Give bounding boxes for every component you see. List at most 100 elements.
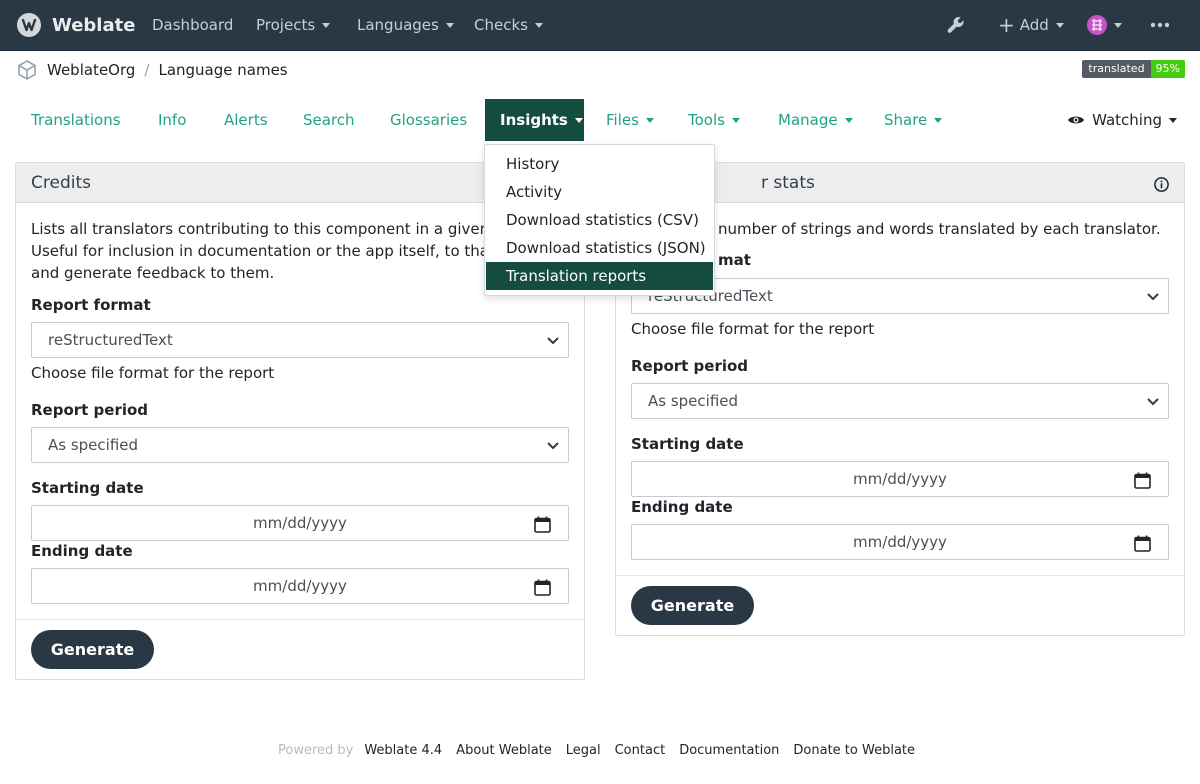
tab-info[interactable]: Info [158, 99, 186, 141]
nav-projects[interactable]: Projects [256, 14, 331, 36]
tab-search-label: Search [303, 111, 355, 129]
top-navbar: Weblate Dashboard Projects Languages Che… [0, 0, 1200, 51]
credits-ending-date-label: Ending date [31, 542, 133, 560]
breadcrumb: WeblateOrg / Language names [16, 58, 288, 82]
badge-key: translated [1082, 60, 1151, 78]
stats-starting-date-label: Starting date [631, 435, 744, 453]
nav-dashboard[interactable]: Dashboard [152, 14, 233, 36]
footer-link-documentation[interactable]: Documentation [679, 743, 779, 758]
nav-projects-label: Projects [256, 16, 316, 34]
stats-description: number of strings and words translated b… [718, 220, 1161, 238]
footer-link-donate[interactable]: Donate to Weblate [793, 743, 915, 758]
component-cube-icon [18, 60, 36, 80]
chevron-down-icon [574, 117, 583, 123]
calendar-icon[interactable] [534, 516, 551, 533]
credits-report-period-select[interactable]: As specified [31, 427, 569, 463]
stats-report-format-hint: Choose file format for the report [631, 320, 875, 338]
user-menu[interactable] [1087, 14, 1122, 36]
brand-name: Weblate [52, 14, 136, 36]
date-placeholder: mm/dd/yyyy [253, 514, 347, 532]
chevron-down-icon [1147, 293, 1159, 301]
divider [616, 575, 1184, 576]
plus-icon: + [998, 13, 1015, 37]
breadcrumb-component[interactable]: Language names [158, 61, 287, 79]
menu-item-translation-reports[interactable]: Translation reports [486, 262, 713, 290]
chevron-down-icon [731, 117, 740, 123]
credits-ending-date-input[interactable]: mm/dd/yyyy [31, 568, 569, 604]
chevron-down-icon [1169, 117, 1177, 123]
calendar-icon[interactable] [534, 579, 551, 596]
tab-translations-label: Translations [31, 111, 121, 129]
chevron-down-icon [547, 442, 559, 450]
chevron-down-icon [645, 117, 654, 123]
chevron-down-icon [934, 117, 943, 123]
footer-link-contact[interactable]: Contact [615, 743, 666, 758]
more-options-icon[interactable] [1149, 14, 1171, 36]
insights-dropdown-menu: History Activity Download statistics (CS… [484, 144, 715, 296]
footer-link-legal[interactable]: Legal [566, 743, 601, 758]
tab-glossaries-label: Glossaries [390, 111, 468, 129]
tab-files-label: Files [606, 111, 639, 129]
badge-value: 95% [1150, 60, 1185, 78]
credits-starting-date-input[interactable]: mm/dd/yyyy [31, 505, 569, 541]
tab-alerts-label: Alerts [224, 111, 268, 129]
menu-item-download-json[interactable]: Download statistics (JSON) [486, 234, 713, 262]
watching-toggle[interactable]: Watching [1067, 99, 1177, 141]
stats-generate-button[interactable]: Generate [631, 586, 754, 625]
credits-report-format-value: reStructuredText [48, 331, 173, 349]
translated-status-badge[interactable]: translated 95% [1082, 60, 1185, 78]
menu-item-history[interactable]: History [486, 150, 713, 178]
tab-manage[interactable]: Manage [778, 99, 853, 141]
tab-insights-label: Insights [500, 111, 568, 129]
stats-report-period-label: Report period [631, 357, 749, 375]
tab-share[interactable]: Share [884, 99, 943, 141]
stats-report-period-select[interactable]: As specified [631, 383, 1169, 419]
calendar-icon[interactable] [1134, 472, 1151, 489]
credits-generate-button[interactable]: Generate [31, 630, 154, 669]
add-label: Add [1019, 16, 1049, 34]
divider [16, 619, 584, 620]
footer-link-about[interactable]: About Weblate [456, 743, 552, 758]
stats-title: r stats [761, 172, 815, 193]
credits-report-period-label: Report period [31, 401, 149, 419]
credits-starting-date-label: Starting date [31, 479, 144, 497]
footer-link-version[interactable]: Weblate 4.4 [364, 743, 442, 758]
date-placeholder: mm/dd/yyyy [853, 533, 947, 551]
credits-generate-label: Generate [50, 640, 135, 659]
nav-checks-label: Checks [474, 16, 528, 34]
tab-glossaries[interactable]: Glossaries [390, 99, 467, 141]
credits-report-format-select[interactable]: reStructuredText [31, 322, 569, 358]
info-icon[interactable] [1154, 177, 1169, 192]
breadcrumb-separator: / [144, 61, 150, 79]
tab-tools-label: Tools [688, 111, 725, 129]
nav-checks[interactable]: Checks [474, 14, 543, 36]
add-menu[interactable]: + Add [998, 14, 1064, 36]
nav-dashboard-label: Dashboard [152, 16, 234, 34]
credits-report-period-value: As specified [48, 436, 139, 454]
tab-insights[interactable]: Insights [485, 99, 584, 141]
page-footer: Powered by Weblate 4.4 About Weblate Leg… [0, 741, 1200, 759]
brand-link[interactable]: Weblate [16, 12, 135, 38]
menu-item-label: History [506, 155, 560, 173]
stats-starting-date-input[interactable]: mm/dd/yyyy [631, 461, 1169, 497]
menu-item-label: Download statistics (JSON) [506, 239, 706, 257]
calendar-icon[interactable] [1134, 535, 1151, 552]
chevron-down-icon [547, 337, 559, 345]
tab-tools[interactable]: Tools [688, 99, 740, 141]
stats-ending-date-label: Ending date [631, 498, 733, 516]
tab-translations[interactable]: Translations [31, 99, 121, 141]
stats-ending-date-input[interactable]: mm/dd/yyyy [631, 524, 1169, 560]
watching-label: Watching [1092, 111, 1162, 129]
eye-icon [1068, 116, 1085, 124]
tab-files[interactable]: Files [606, 99, 654, 141]
tab-search[interactable]: Search [303, 99, 355, 141]
chevron-down-icon [1147, 398, 1159, 406]
tab-alerts[interactable]: Alerts [224, 99, 268, 141]
menu-item-download-csv[interactable]: Download statistics (CSV) [486, 206, 713, 234]
chevron-down-icon [534, 22, 543, 28]
breadcrumb-project[interactable]: WeblateOrg [47, 61, 135, 79]
nav-languages[interactable]: Languages [357, 14, 454, 36]
chevron-down-icon [844, 117, 853, 123]
menu-item-activity[interactable]: Activity [486, 178, 713, 206]
wrench-icon[interactable] [945, 14, 967, 36]
